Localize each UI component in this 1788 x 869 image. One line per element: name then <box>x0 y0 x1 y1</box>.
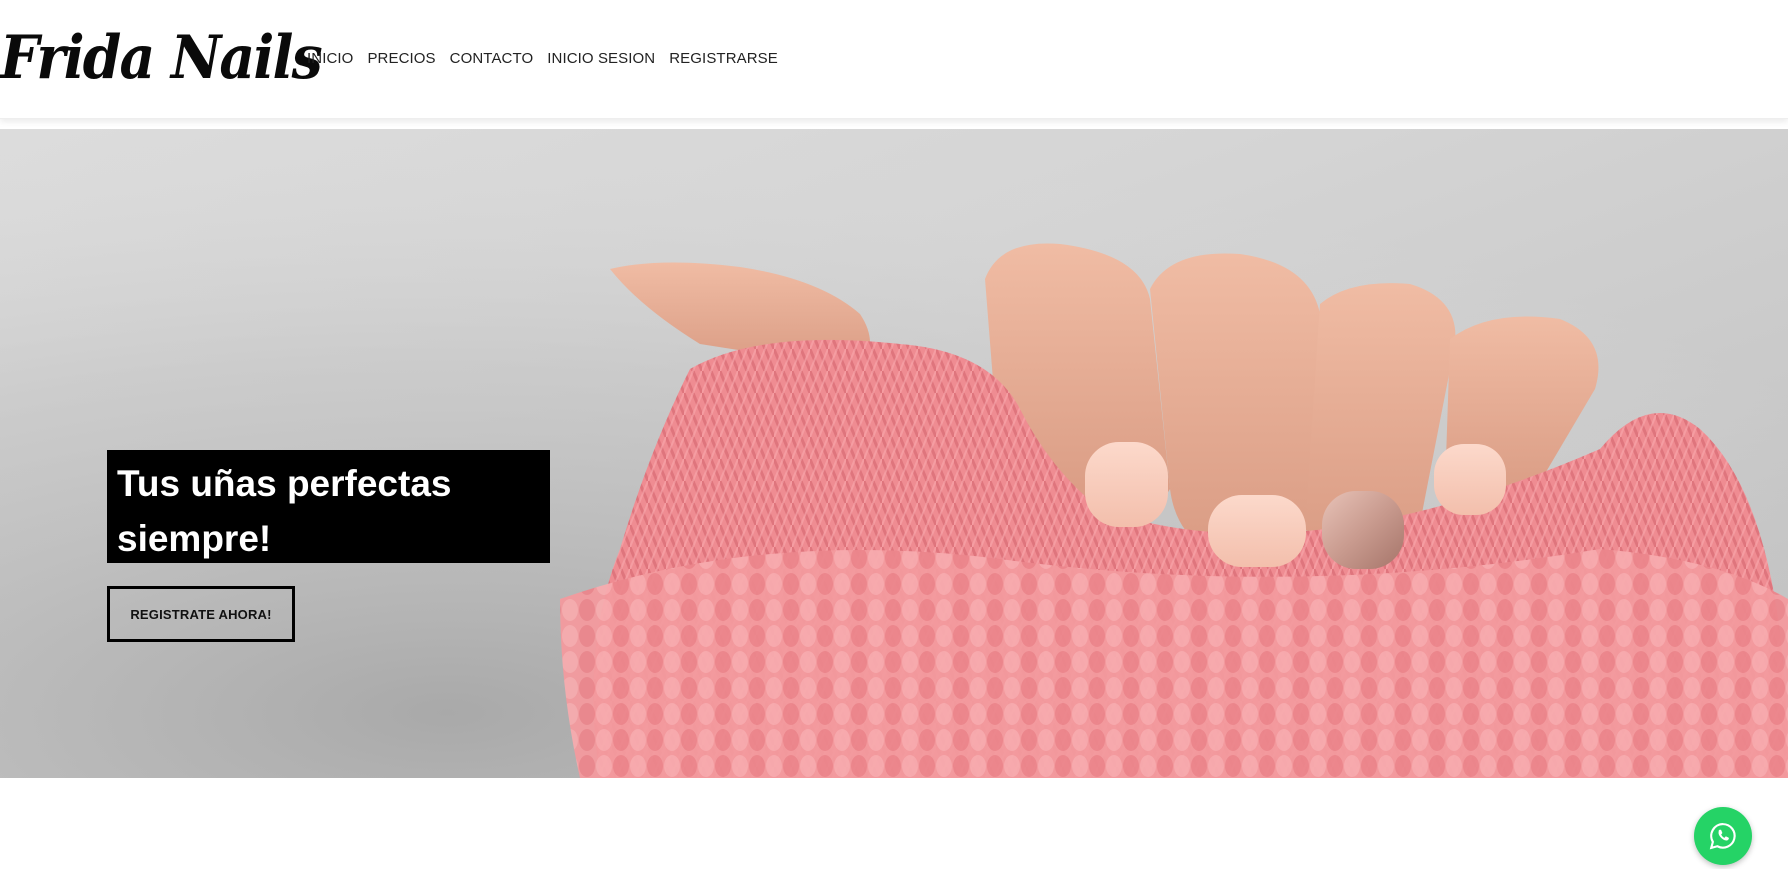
nav-link-precios[interactable]: PRECIOS <box>367 49 435 69</box>
nav-link-contacto[interactable]: CONTACTO <box>450 49 534 69</box>
nav-link-inicio-sesion[interactable]: INICIO SESION <box>547 49 655 69</box>
nav-link-inicio[interactable]: INICIO <box>307 49 353 69</box>
main-nav: INICIO PRECIOS CONTACTO INICIO SESION RE… <box>307 49 792 69</box>
hero-title-box: Tus uñas perfectas siempre! <box>107 450 550 563</box>
brand-logo[interactable]: Frida Nails <box>0 18 323 98</box>
register-now-button[interactable]: REGISTRATE AHORA! <box>107 586 295 642</box>
nav-link-registrarse[interactable]: REGISTRARSE <box>669 49 778 69</box>
navbar: Frida Nails INICIO PRECIOS CONTACTO INIC… <box>0 0 1788 119</box>
hero-section: Tus uñas perfectas siempre! REGISTRATE A… <box>0 129 1788 778</box>
whatsapp-icon <box>1709 823 1736 850</box>
whatsapp-button[interactable] <box>1694 807 1752 865</box>
hero-title: Tus uñas perfectas siempre! <box>117 463 452 559</box>
